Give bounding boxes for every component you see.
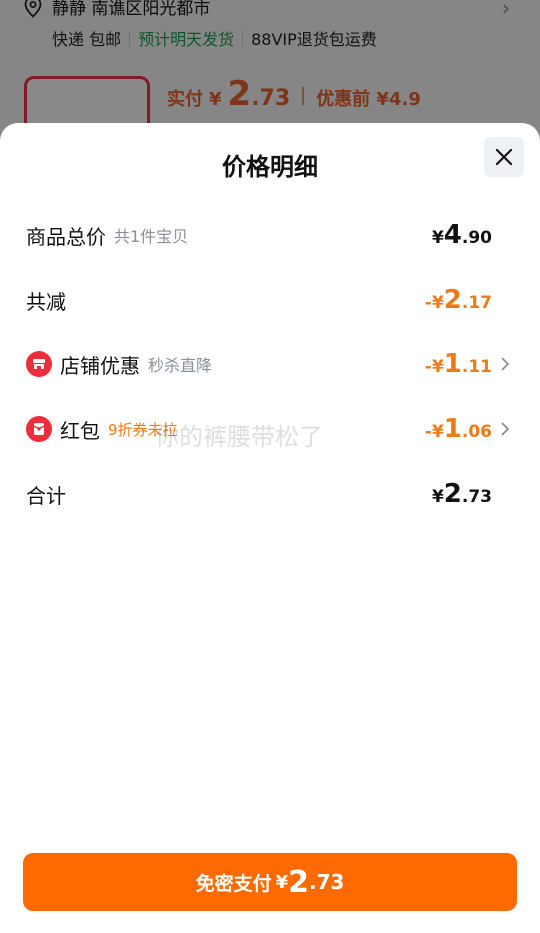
- row-label: 商品总价: [26, 224, 106, 249]
- red-packet-icon: [26, 416, 52, 442]
- pay-button[interactable]: 免密支付 ¥ 2 .73: [23, 853, 517, 911]
- amount-dec: .11: [461, 357, 492, 377]
- row-label: 红包: [60, 418, 100, 443]
- row-sub: 秒杀直降: [148, 356, 213, 375]
- pay-button-int: 2: [288, 864, 309, 900]
- store-icon: [26, 351, 52, 377]
- amount-dec: .06: [461, 422, 492, 442]
- pay-button-label: 免密支付: [195, 872, 272, 895]
- row-label: 共减: [26, 289, 66, 314]
- row-grand-total: 合计 ¥ 2 .73: [0, 474, 540, 514]
- row-label: 合计: [26, 483, 66, 508]
- amount-dec: .73: [461, 487, 492, 507]
- row-amount: -¥ 1 .11: [425, 349, 492, 379]
- row-amount: -¥ 2 .17: [425, 285, 492, 315]
- amount-int: 2: [443, 285, 462, 315]
- price-detail-sheet: 价格明细 商品总价 共1件宝贝 ¥ 4 .90 共减 -¥ 2 .17 店铺优惠…: [0, 123, 540, 933]
- pay-button-dec: .73: [308, 870, 345, 894]
- amount-int: 1: [443, 414, 462, 444]
- close-icon: [495, 148, 513, 166]
- chevron-right-icon: [501, 422, 510, 436]
- amount-dec: .90: [461, 228, 492, 248]
- amount-int: 1: [443, 349, 462, 379]
- chevron-right-icon: [501, 357, 510, 371]
- amount-yen: -¥: [424, 422, 444, 442]
- amount-int: 4: [443, 220, 462, 250]
- row-label: 店铺优惠: [60, 353, 140, 378]
- amount-int: 2: [443, 479, 462, 509]
- row-goods-total: 商品总价 共1件宝贝 ¥ 4 .90: [0, 215, 540, 255]
- row-total-discount: 共减 -¥ 2 .17: [0, 280, 540, 320]
- watermark-text: 你的裤腰带松了: [155, 423, 323, 451]
- row-amount: -¥ 1 .06: [425, 414, 492, 444]
- amount-yen: ¥: [431, 487, 444, 507]
- pay-button-yen: ¥: [275, 871, 289, 893]
- row-sub: 共1件宝贝: [114, 227, 189, 246]
- amount-yen: ¥: [431, 228, 444, 248]
- row-amount: ¥ 2 .73: [432, 479, 492, 509]
- row-store-discount[interactable]: 店铺优惠 秒杀直降 -¥ 1 .11: [0, 344, 540, 384]
- row-amount: ¥ 4 .90: [432, 220, 492, 250]
- amount-dec: .17: [461, 293, 492, 313]
- amount-yen: -¥: [424, 293, 444, 313]
- close-button[interactable]: [484, 137, 524, 177]
- sheet-title: 价格明细: [222, 153, 318, 181]
- amount-yen: -¥: [424, 357, 444, 377]
